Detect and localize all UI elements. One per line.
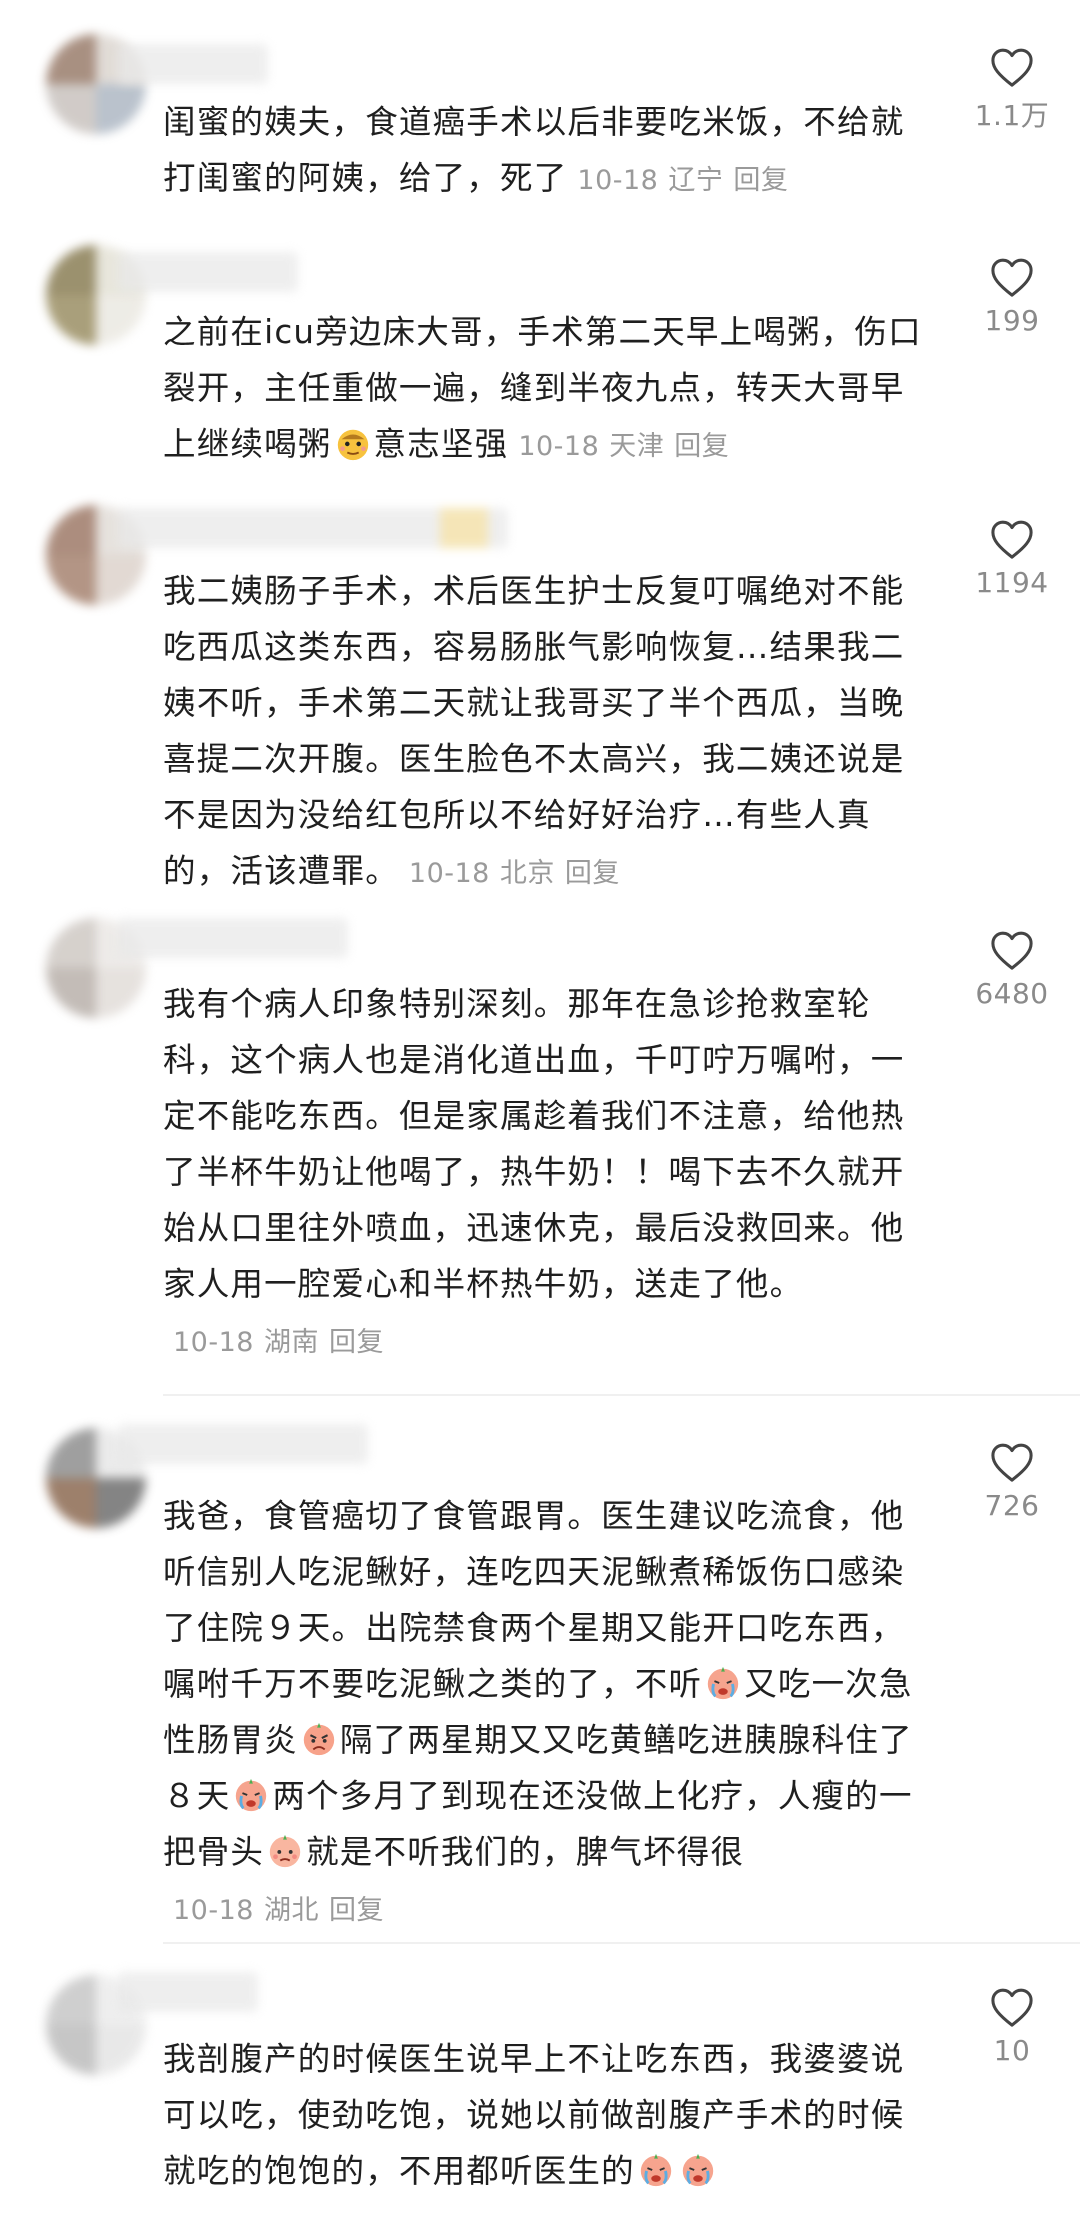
proud-face-emoji: [337, 429, 368, 461]
heart-icon: [991, 520, 1033, 559]
comment-text: 之前在icu旁边床大哥，手术第二天早上喝粥，伤口裂开，主任重做一遍，缝到半夜九点…: [163, 304, 933, 475]
heart-icon: [991, 931, 1033, 970]
username-redacted[interactable]: [118, 1972, 258, 2012]
comment-body-end: 意志坚强: [373, 425, 509, 463]
username-redacted[interactable]: [118, 252, 298, 292]
comment-date: 10-18: [408, 858, 490, 889]
comment-date: 10-18: [577, 165, 659, 196]
crying-face-emoji: [236, 1778, 267, 1812]
comment-meta: 10-18 湖北 回复: [173, 1895, 394, 1926]
reply-button[interactable]: 回复: [329, 1895, 384, 1926]
sad-face-emoji: [269, 1834, 301, 1868]
comment-date: 10-18: [518, 431, 600, 462]
comment-meta: 10-18 天津 回复: [518, 431, 739, 462]
reply-button[interactable]: 回复: [674, 431, 729, 462]
like-button[interactable]: 10: [962, 1986, 1062, 2067]
username-redacted[interactable]: [118, 508, 508, 548]
divider: [163, 1942, 1080, 1944]
like-button[interactable]: 1.1万: [962, 46, 1062, 134]
like-count: 6480: [975, 977, 1049, 1010]
comment-region: 辽宁: [668, 165, 724, 196]
comment-body: 我剖腹产的时候医生说早上不让吃东西，我婆婆说可以吃，使劲吃饱，说她以前做剖腹产手…: [163, 2040, 905, 2190]
crying-face-emoji: [682, 2153, 714, 2187]
comment-region: 湖南: [263, 1327, 319, 1358]
comment-text: 我爸，食管癌切了食管跟胃。医生建议吃流食，他听信别人吃泥鳅好，连吃四天泥鳅煮稀饭…: [163, 1488, 933, 1939]
comment-body: 我二姨肠子手术，术后医生护士反复叮嘱绝对不能吃西瓜这类东西，容易肠胀气影响恢复……: [163, 572, 905, 890]
like-count: 726: [984, 1489, 1040, 1522]
like-button[interactable]: 1194: [962, 518, 1062, 599]
comment-text: 我二姨肠子手术，术后医生护士反复叮嘱绝对不能吃西瓜这类东西，容易肠胀气影响恢复……: [163, 563, 933, 902]
angry-face-emoji: [303, 1722, 335, 1756]
comment-region: 天津: [609, 431, 665, 462]
comment-date: 10-18: [173, 1895, 254, 1926]
reply-button[interactable]: 回复: [565, 858, 620, 889]
comment-region: 湖北: [263, 1895, 319, 1926]
comment-region: 北京: [499, 858, 555, 889]
comment-meta: 10-18 辽宁 回复: [577, 165, 798, 196]
heart-icon: [991, 48, 1033, 87]
comment-text: 闺蜜的姨夫，食道癌手术以后非要吃米饭，不给就打闺蜜的阿姨，给了，死了 10-18 辽…: [163, 94, 933, 209]
username-redacted[interactable]: [118, 44, 268, 84]
heart-icon: [991, 1443, 1033, 1482]
username-redacted[interactable]: [118, 1424, 368, 1464]
comment-meta: 10-18 北京 回复: [409, 858, 630, 889]
comment-text: 我剖腹产的时候医生说早上不让吃东西，我婆婆说可以吃，使劲吃饱，说她以前做剖腹产手…: [163, 2031, 933, 2199]
like-count: 10: [993, 2034, 1031, 2067]
divider: [163, 1394, 1080, 1396]
like-button[interactable]: 199: [962, 256, 1062, 337]
like-button[interactable]: 726: [962, 1441, 1062, 1522]
crying-face-emoji: [640, 2153, 672, 2187]
heart-icon: [991, 258, 1033, 297]
like-count: 1194: [975, 566, 1049, 599]
like-count: 1.1万: [974, 99, 1050, 132]
like-count: 199: [984, 304, 1040, 337]
reply-button[interactable]: 回复: [733, 165, 788, 196]
comment-body-end: 就是不听我们的，脾气坏得很: [306, 1833, 745, 1871]
comment-meta: 10-18 湖南 回复: [173, 1327, 394, 1358]
like-button[interactable]: 6480: [962, 929, 1062, 1010]
comment-date: 10-18: [173, 1327, 254, 1358]
crying-face-emoji: [708, 1666, 739, 1700]
username-redacted[interactable]: [118, 918, 348, 958]
comment-body: 我有个病人印象特别深刻。那年在急诊抢救室轮科，这个病人也是消化道出血，千叮咛万嘱…: [163, 985, 905, 1303]
comment-text: 我有个病人印象特别深刻。那年在急诊抢救室轮科，这个病人也是消化道出血，千叮咛万嘱…: [163, 976, 933, 1371]
heart-icon: [991, 1988, 1033, 2027]
reply-button[interactable]: 回复: [329, 1327, 384, 1358]
